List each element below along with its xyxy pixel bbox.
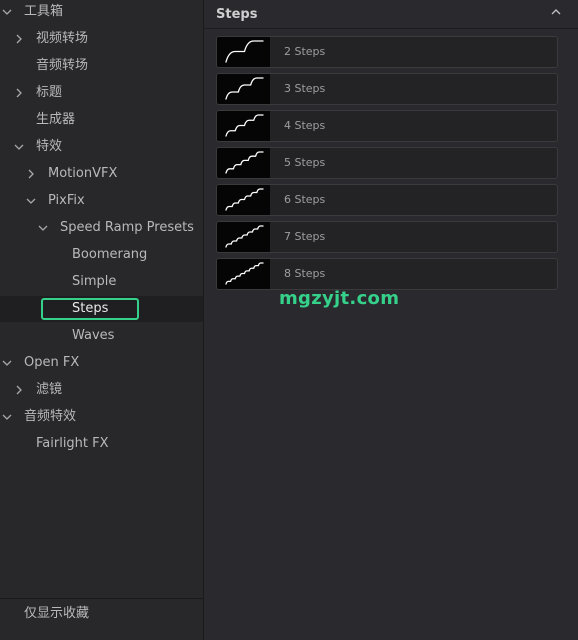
effect-item-label: 7 Steps	[284, 230, 326, 243]
effect-item-label: 3 Steps	[284, 82, 326, 95]
watermark: mgzyjt.com	[279, 288, 400, 309]
tree-item-label: Fairlight FX	[36, 436, 109, 451]
tree-item-label: 标题	[36, 85, 63, 100]
tree-item[interactable]: 视频转场	[0, 26, 203, 52]
step-curve-thumbnail	[217, 37, 270, 67]
effect-item[interactable]: 6 Steps	[216, 184, 558, 216]
tree-item-label: 音频转场	[36, 58, 89, 73]
tree-item[interactable]: Boomerang	[0, 242, 203, 268]
chevron-right-icon[interactable]	[12, 26, 26, 52]
effect-item-label: 4 Steps	[284, 119, 326, 132]
step-curve-thumbnail	[217, 259, 270, 289]
tree-item[interactable]: 标题	[0, 80, 203, 106]
tree-item[interactable]: 生成器	[0, 107, 203, 133]
tree-item[interactable]: Open FX	[0, 350, 203, 376]
tree-item[interactable]: Waves	[0, 323, 203, 349]
tree-item-label: PixFix	[48, 193, 85, 208]
step-curve-thumbnail	[217, 74, 270, 104]
effect-item[interactable]: 5 Steps	[216, 147, 558, 179]
chevron-right-icon[interactable]	[12, 80, 26, 106]
chevron-down-icon[interactable]	[24, 188, 38, 214]
effect-item-label: 2 Steps	[284, 45, 326, 58]
effect-item[interactable]: 7 Steps	[216, 221, 558, 253]
section-header: Steps	[204, 0, 578, 29]
tree-item-label: Speed Ramp Presets	[60, 220, 194, 235]
tree-item-label: 特效	[36, 139, 63, 154]
tree-item[interactable]: Steps	[0, 296, 203, 322]
tree-item[interactable]: Speed Ramp Presets	[0, 215, 203, 241]
chevron-down-icon[interactable]	[12, 134, 26, 160]
tree-item[interactable]: 滤镜	[0, 377, 203, 403]
effect-item-label: 6 Steps	[284, 193, 326, 206]
tree-item[interactable]: 音频特效	[0, 404, 203, 430]
tree-item-label: 滤镜	[36, 382, 63, 397]
tree-item-label: Boomerang	[72, 247, 148, 262]
effect-item-label: 8 Steps	[284, 267, 326, 280]
step-curve-thumbnail	[217, 148, 270, 178]
effect-item[interactable]: 2 Steps	[216, 36, 558, 68]
step-curve-thumbnail	[217, 185, 270, 215]
tree-item-label: MotionVFX	[48, 166, 118, 181]
tree-item-label: 生成器	[36, 112, 76, 127]
tree-item[interactable]: MotionVFX	[0, 161, 203, 187]
chevron-down-icon[interactable]	[0, 0, 14, 25]
tree-item[interactable]: 工具箱	[0, 0, 203, 25]
tree-item-label: Simple	[72, 274, 117, 289]
chevron-down-icon[interactable]	[36, 215, 50, 241]
favorites-only-toggle[interactable]: 仅显示收藏	[24, 602, 89, 621]
chevron-right-icon[interactable]	[24, 161, 38, 187]
tree-item[interactable]: 特效	[0, 134, 203, 160]
chevron-up-icon[interactable]	[548, 4, 564, 20]
tree-item-label: 视频转场	[36, 31, 89, 46]
chevron-down-icon[interactable]	[0, 350, 14, 376]
effects-tree-panel: 工具箱视频转场音频转场标题生成器特效 MotionVFX PixFix Speed R…	[0, 0, 204, 640]
chevron-right-icon[interactable]	[12, 377, 26, 403]
tree-item-label: Steps	[41, 298, 140, 320]
effect-item[interactable]: 3 Steps	[216, 73, 558, 105]
tree-item-label: Open FX	[24, 355, 80, 370]
tree-item[interactable]: Simple	[0, 269, 203, 295]
step-curve-thumbnail	[217, 222, 270, 252]
section-title: Steps	[216, 7, 258, 22]
tree-item[interactable]: 音频转场	[0, 53, 203, 79]
effect-item[interactable]: 8 Steps	[216, 258, 558, 290]
effect-item[interactable]: 4 Steps	[216, 110, 558, 142]
tree-item-label: 工具箱	[24, 4, 64, 19]
tree-item[interactable]: PixFix	[0, 188, 203, 214]
effects-library-panel: Steps 2 Steps 3 Steps 4 Steps 5 Steps 6 Step…	[204, 0, 578, 640]
tree-item-label: Waves	[72, 328, 115, 343]
effect-item-label: 5 Steps	[284, 156, 326, 169]
step-curve-thumbnail	[217, 111, 270, 141]
tree-item-label: 音频特效	[24, 409, 77, 424]
chevron-down-icon[interactable]	[0, 404, 14, 430]
tree-item[interactable]: Fairlight FX	[0, 431, 203, 457]
divider	[0, 598, 203, 599]
